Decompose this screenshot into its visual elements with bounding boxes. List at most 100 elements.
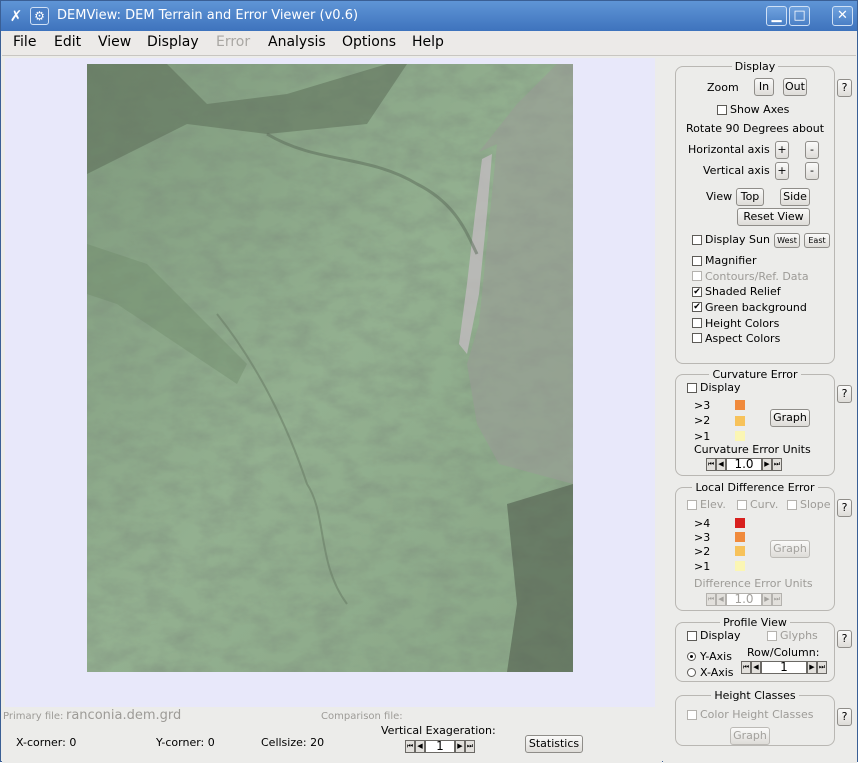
first-icon[interactable]: ⏮ [706, 457, 716, 471]
view-side-button[interactable]: Side [780, 188, 810, 206]
cellsize-text: Cellsize: 20 [261, 736, 325, 749]
diff-graph-button[interactable]: Graph [770, 540, 810, 558]
view-top-button[interactable]: Top [736, 188, 764, 206]
xcorner-text: X-corner: 0 [16, 736, 77, 749]
horizontal-axis-plus-button[interactable]: + [775, 141, 789, 159]
rowcol-value[interactable]: 1 [761, 660, 807, 674]
primary-file-value: ranconia.dem.grd [66, 708, 182, 723]
prev-icon[interactable]: ◀ [716, 592, 726, 606]
first-icon[interactable]: ⏮ [741, 660, 751, 674]
display-sun-checkbox[interactable] [692, 235, 702, 245]
green-background-checkbox[interactable]: ✔ [692, 302, 702, 312]
minimize-button[interactable]: ▁ [766, 6, 787, 26]
first-icon[interactable]: ⏮ [405, 739, 415, 753]
menu-error[interactable]: Error [216, 34, 250, 50]
first-icon[interactable]: ⏮ [706, 592, 716, 606]
statistics-button[interactable]: Statistics [525, 735, 583, 753]
profile-display-label: Display [700, 629, 741, 642]
elev-checkbox[interactable] [687, 500, 697, 510]
curvature-swatch-1 [735, 431, 745, 441]
height-classes-title: Height Classes [714, 689, 796, 702]
next-icon[interactable]: ▶ [455, 739, 465, 753]
menu-view[interactable]: View [98, 34, 131, 50]
curvature-units-label: Curvature Error Units [694, 443, 811, 456]
height-colors-checkbox[interactable] [692, 318, 702, 328]
next-icon[interactable]: ▶ [762, 592, 772, 606]
vertical-axis-plus-button[interactable]: + [775, 162, 789, 180]
last-icon[interactable]: ⏭ [465, 739, 475, 753]
next-icon[interactable]: ▶ [762, 457, 772, 471]
diff-swatch-2 [735, 546, 745, 556]
diff-swatch-1 [735, 561, 745, 571]
diff-units-spinner[interactable]: ⏮ ◀ 1.0 ▶ ⏭ [706, 592, 782, 606]
curv-checkbox[interactable] [737, 500, 747, 510]
close-button[interactable]: ✕ [832, 6, 853, 26]
curvature-help-button[interactable]: ? [837, 385, 852, 403]
show-axes-checkbox[interactable] [717, 105, 727, 115]
zoom-in-button[interactable]: In [754, 78, 774, 96]
curvature-units-spinner[interactable]: ⏮ ◀ 1.0 ▶ ⏭ [706, 457, 782, 471]
height-classes-graph-button[interactable]: Graph [730, 727, 770, 745]
shaded-relief-checkbox[interactable]: ✔ [692, 287, 702, 297]
menu-edit[interactable]: Edit [54, 34, 81, 50]
menu-analysis[interactable]: Analysis [268, 34, 326, 50]
slope-label: Slope [800, 498, 831, 511]
title-bar[interactable]: ✗ ⚙ DEMView: DEM Terrain and Error Viewe… [1, 1, 857, 31]
profile-view-title: Profile View [723, 616, 787, 629]
curvature-display-checkbox[interactable] [687, 383, 697, 393]
last-icon[interactable]: ⏭ [817, 660, 827, 674]
terrain-image[interactable] [87, 64, 573, 672]
zoom-out-button[interactable]: Out [783, 78, 807, 96]
menu-display[interactable]: Display [147, 34, 199, 50]
display-group-title: Display [734, 60, 776, 73]
y-axis-radio[interactable] [687, 652, 696, 661]
slope-checkbox[interactable] [787, 500, 797, 510]
next-icon[interactable]: ▶ [807, 660, 817, 674]
rowcol-spinner[interactable]: ⏮ ◀ 1 ▶ ⏭ [741, 660, 827, 674]
menu-options[interactable]: Options [342, 34, 396, 50]
diff-units-label: Difference Error Units [694, 577, 813, 590]
vertical-exaggeration-value[interactable]: 1 [425, 739, 455, 753]
magnifier-checkbox[interactable] [692, 256, 702, 266]
maximize-button[interactable]: □ [789, 6, 810, 26]
profile-display-checkbox[interactable] [687, 631, 697, 641]
contours-checkbox[interactable] [692, 271, 702, 281]
profile-help-button[interactable]: ? [837, 630, 852, 648]
vertical-exaggeration-spinner[interactable]: ⏮ ◀ 1 ▶ ⏭ [405, 739, 475, 753]
curvature-threshold-1: >1 [694, 430, 711, 443]
curvature-swatch-2 [735, 416, 745, 426]
height-classes-help-button[interactable]: ? [837, 708, 852, 726]
menu-help[interactable]: Help [412, 34, 444, 50]
curvature-threshold-3: >3 [694, 399, 711, 412]
shaded-relief-label: Shaded Relief [705, 285, 781, 298]
color-height-classes-checkbox[interactable] [687, 710, 697, 720]
last-icon[interactable]: ⏭ [772, 592, 782, 606]
vertical-axis-minus-button[interactable]: - [805, 162, 819, 180]
x-axis-radio[interactable] [687, 668, 696, 677]
aspect-colors-checkbox[interactable] [692, 333, 702, 343]
last-icon[interactable]: ⏭ [772, 457, 782, 471]
diff-threshold-1: >1 [694, 560, 711, 573]
curvature-graph-button[interactable]: Graph [770, 409, 810, 427]
horizontal-axis-minus-button[interactable]: - [805, 141, 819, 159]
zoom-label: Zoom [707, 81, 739, 94]
glyphs-checkbox[interactable] [767, 631, 777, 641]
tools-icon[interactable]: ✗ [7, 7, 25, 25]
app-window: ✗ ⚙ DEMView: DEM Terrain and Error Viewe… [0, 0, 858, 763]
prev-icon[interactable]: ◀ [716, 457, 726, 471]
gear-icon[interactable]: ⚙ [30, 7, 49, 25]
sun-west-button[interactable]: West [774, 233, 800, 248]
diff-threshold-2: >2 [694, 545, 711, 558]
primary-file-label: Primary file: [3, 711, 64, 722]
menu-file[interactable]: File [13, 34, 36, 50]
terrain-viewport[interactable] [5, 58, 655, 707]
reset-view-button[interactable]: Reset View [737, 208, 810, 226]
diff-swatch-3 [735, 532, 745, 542]
prev-icon[interactable]: ◀ [751, 660, 761, 674]
display-help-button[interactable]: ? [837, 79, 852, 97]
prev-icon[interactable]: ◀ [415, 739, 425, 753]
sun-east-button[interactable]: East [804, 233, 830, 248]
diff-help-button[interactable]: ? [837, 499, 852, 517]
curvature-units-value[interactable]: 1.0 [726, 457, 762, 471]
diff-units-value[interactable]: 1.0 [726, 592, 762, 606]
